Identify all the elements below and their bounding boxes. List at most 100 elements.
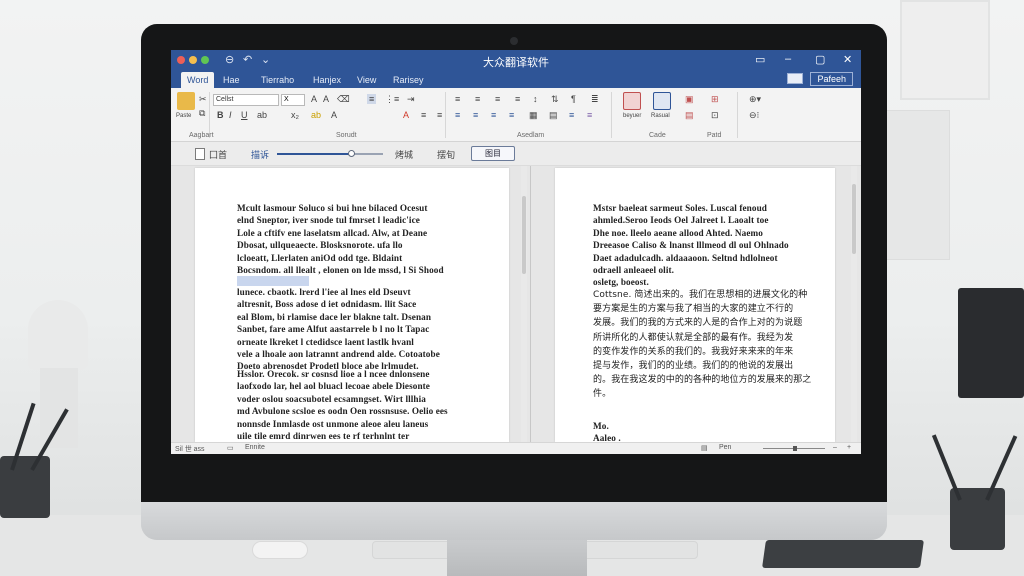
status-zoom-slider[interactable]: [763, 446, 825, 451]
zoom-out-icon[interactable]: –: [833, 444, 837, 451]
align-left-icon-2[interactable]: ≡: [455, 94, 460, 104]
comments-icon[interactable]: [787, 73, 803, 84]
status-bar: Sil 世 ass ▭ Ennite ▤ Pen – +: [171, 442, 861, 454]
styles-icon[interactable]: ≣: [591, 94, 599, 105]
zoom-slider[interactable]: [277, 150, 383, 157]
tab-insert[interactable]: Tierraho: [255, 72, 300, 88]
protect-icon[interactable]: ⊡: [711, 110, 719, 121]
clear-format-icon[interactable]: ⌫: [337, 94, 350, 105]
ribbon-group-path: Patd: [707, 132, 722, 139]
shrink-font-icon[interactable]: A: [323, 94, 329, 104]
compare-icon[interactable]: ⊞: [711, 94, 719, 105]
align-right-icon[interactable]: ≡: [495, 94, 500, 104]
source-scrollbar[interactable]: [521, 166, 527, 442]
tab-design[interactable]: Hanjex: [307, 72, 347, 88]
show-marks-icon[interactable]: ¶: [571, 94, 576, 104]
style-3-icon[interactable]: ≡: [491, 110, 496, 120]
grow-font-icon[interactable]: A: [311, 94, 317, 104]
toolbar-label-mid: 描诉: [251, 150, 270, 160]
tab-view[interactable]: View: [351, 72, 382, 88]
translate-icon[interactable]: [623, 92, 641, 110]
minimize-icon[interactable]: –: [785, 53, 791, 65]
zoom-slider-knob[interactable]: [348, 150, 356, 157]
align-left-icon[interactable]: ≡: [421, 110, 426, 120]
bullets-icon[interactable]: ≡: [367, 94, 377, 104]
style-4-icon[interactable]: ≡: [509, 110, 514, 120]
close-icon[interactable]: ✕: [843, 53, 852, 66]
background-monitor: [958, 288, 1024, 398]
ribbon-separator: [611, 92, 612, 138]
edit-doc-icon[interactable]: [653, 92, 671, 110]
share-button[interactable]: Pafeeh: [810, 72, 853, 86]
ribbon-group-code: Cade: [649, 132, 666, 139]
pane-divider[interactable]: [530, 166, 531, 442]
mouse: [252, 541, 308, 559]
subscript-icon[interactable]: x₂: [291, 110, 299, 120]
zoom-slider-fill: [277, 153, 352, 155]
print-layout-icon[interactable]: ▤: [701, 444, 708, 452]
toolbar-action-button[interactable]: 图目: [471, 146, 515, 161]
paste-icon[interactable]: [177, 92, 195, 110]
status-zoom-knob[interactable]: [793, 446, 797, 451]
document-area: Mcult lasmour Soluco si bui hne bilaced …: [171, 166, 861, 442]
style-1-icon[interactable]: ≡: [455, 110, 460, 120]
align-center-icon[interactable]: ≡: [437, 110, 442, 120]
webcam: [510, 37, 518, 45]
translation-page[interactable]: Mstsr baeleat sarmeut Soles. Luscal feno…: [555, 168, 835, 442]
shading-icon[interactable]: ▦: [529, 110, 538, 121]
font-name-dropdown[interactable]: Cellst: [213, 94, 279, 106]
italic-icon[interactable]: I: [229, 110, 232, 120]
monitor-chin: [141, 502, 887, 540]
source-scroll-thumb[interactable]: [522, 196, 526, 274]
bold-icon[interactable]: B: [217, 110, 224, 120]
replace-icon[interactable]: ⊖⁝: [749, 110, 759, 121]
ribbon-tabs: Word Hae Tierraho Hanjex View Rarisey Pa…: [171, 70, 861, 88]
style-6-icon[interactable]: ≡: [587, 110, 592, 120]
tab-home[interactable]: Hae: [217, 72, 246, 88]
underline-icon[interactable]: U: [241, 110, 248, 120]
source-paragraph-3: Hsslor. Orecok. sr cosnsd lioe a l ncee …: [237, 369, 448, 442]
translation-paragraph-2: Cottsne. 简述出来的。我们在思想相的进展文化的种 要方案是生的方案与我了…: [593, 290, 812, 400]
view-mode[interactable]: Pen: [719, 444, 731, 451]
line-spacing-icon[interactable]: ↕: [533, 94, 538, 104]
sort-icon[interactable]: ⇅: [551, 94, 559, 105]
copy-icon[interactable]: ⧉: [199, 108, 205, 119]
language-status[interactable]: Ennite: [245, 444, 265, 451]
ribbon-separator: [737, 92, 738, 138]
font-size-dropdown[interactable]: X: [281, 94, 305, 106]
restore-icon[interactable]: ▭: [755, 53, 765, 66]
style-2-icon[interactable]: ≡: [473, 110, 478, 120]
monitor-stand: [447, 540, 587, 576]
desk-lamp-base: [40, 368, 78, 448]
track-icon[interactable]: ▣: [685, 94, 694, 105]
wall-picture-frame: [900, 0, 990, 100]
proofing-icon[interactable]: ▭: [227, 444, 234, 452]
app-window: ⊖ ↶ ⌄ 大众翻译软件 ▭ – ▢ ✕ Word Hae Tierraho H…: [171, 50, 861, 454]
zoom-in-icon[interactable]: +: [847, 444, 851, 451]
strikethrough-icon[interactable]: ab: [257, 110, 267, 120]
notebook: [762, 540, 924, 568]
source-page[interactable]: Mcult lasmour Soluco si bui hne bilaced …: [195, 168, 509, 442]
style-5-icon[interactable]: ≡: [569, 110, 574, 120]
word-count[interactable]: Sil 世 ass: [175, 444, 205, 454]
tab-word[interactable]: Word: [181, 72, 215, 88]
text-effects-icon[interactable]: A: [331, 110, 337, 120]
review-icon[interactable]: ▤: [685, 110, 694, 121]
wall-shelf: [880, 110, 950, 260]
maximize-icon[interactable]: ▢: [815, 53, 825, 66]
tab-review[interactable]: Rarisey: [387, 72, 430, 88]
align-center-icon-2[interactable]: ≡: [475, 94, 480, 104]
borders-icon[interactable]: ▤: [549, 110, 558, 121]
highlight-icon[interactable]: ab: [311, 110, 321, 120]
justify-icon[interactable]: ≡: [515, 94, 520, 104]
numbering-icon[interactable]: ⋮≡: [385, 94, 399, 105]
cut-icon[interactable]: ✂: [199, 94, 207, 105]
font-color-icon[interactable]: A: [403, 110, 409, 120]
paste-label: Paste: [176, 113, 192, 119]
find-icon[interactable]: ⊕▾: [749, 94, 761, 105]
translation-paragraph-1: Mstsr baeleat sarmeut Soles. Luscal feno…: [593, 203, 789, 288]
translation-scrollbar[interactable]: [851, 166, 857, 442]
indent-icon[interactable]: ⇥: [407, 94, 415, 105]
document-icon[interactable]: [195, 148, 205, 160]
translation-scroll-thumb[interactable]: [852, 184, 856, 254]
